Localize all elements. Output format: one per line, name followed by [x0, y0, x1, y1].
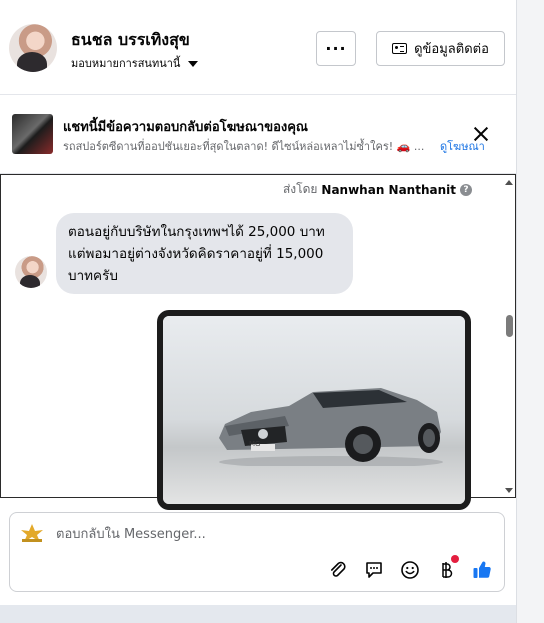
sent-by-name[interactable]: Nanwhan Nanthanit — [321, 183, 456, 197]
sent-by-line: ส่งโดย Nanwhan Nanthanit ? — [283, 180, 472, 199]
assign-conversation-dropdown[interactable]: มอบหมายการสนทนานี้ — [71, 54, 199, 72]
car-photo-message[interactable]: MG — [157, 310, 471, 510]
scrollbar-thumb[interactable] — [506, 315, 513, 337]
page-logo — [21, 524, 43, 542]
paperclip-icon[interactable] — [328, 560, 348, 580]
close-icon[interactable] — [472, 125, 490, 143]
view-contact-button[interactable]: ดูข้อมูลติดต่อ — [376, 31, 505, 66]
caret-down-icon — [188, 60, 199, 67]
notification-badge — [451, 555, 459, 563]
id-card-icon — [392, 43, 408, 54]
scroll-down-arrow-icon[interactable] — [505, 488, 513, 493]
conversation-panel: ธนชล บรรเทิงสุข มอบหมายการสนทนานี้ ··· ด… — [0, 0, 516, 605]
reply-input[interactable] — [56, 524, 356, 544]
scroll-up-arrow-icon[interactable] — [505, 180, 513, 185]
view-contact-label: ดูข้อมูลติดต่อ — [414, 42, 489, 57]
message-sender-avatar[interactable] — [15, 256, 47, 288]
window-right-gutter — [516, 0, 544, 623]
sent-by-prefix: ส่งโดย — [282, 182, 318, 196]
emoji-icon[interactable] — [400, 560, 420, 580]
contact-name[interactable]: ธนชล บรรเทิงสุข — [71, 28, 190, 53]
assign-label: มอบหมายการสนทนานี้ — [71, 57, 181, 70]
license-plate-text: MG — [249, 440, 261, 448]
contact-avatar[interactable] — [9, 24, 57, 72]
info-icon[interactable]: ? — [460, 183, 472, 196]
more-icon: ··· — [325, 39, 347, 58]
conversation-header: ธนชล บรรเทิงสุข มอบหมายการสนทนานี้ ··· ด… — [0, 0, 516, 95]
ad-banner-text: รถสปอร์ตซีดานที่ออปชันเยอะที่สุดในตลาด! … — [63, 140, 425, 153]
saved-reply-icon[interactable] — [364, 560, 384, 580]
baht-icon[interactable] — [436, 560, 456, 580]
ad-reply-banner: แชทนี้มีข้อความตอบกลับต่อโฆษณาของคุณ รถส… — [0, 95, 516, 174]
ad-thumbnail[interactable] — [12, 114, 53, 154]
ad-banner-title: แชทนี้มีข้อความตอบกลับต่อโฆษณาของคุณ — [63, 120, 308, 135]
more-options-button[interactable]: ··· — [316, 31, 356, 66]
message-bubble[interactable]: ตอนอยู่กับบริษัทในกรุงเทพฯได้ 25,000 บาท… — [56, 213, 353, 294]
car-image — [219, 388, 443, 466]
thumbs-up-icon[interactable] — [472, 560, 492, 580]
thread-scrollbar[interactable] — [503, 180, 513, 494]
